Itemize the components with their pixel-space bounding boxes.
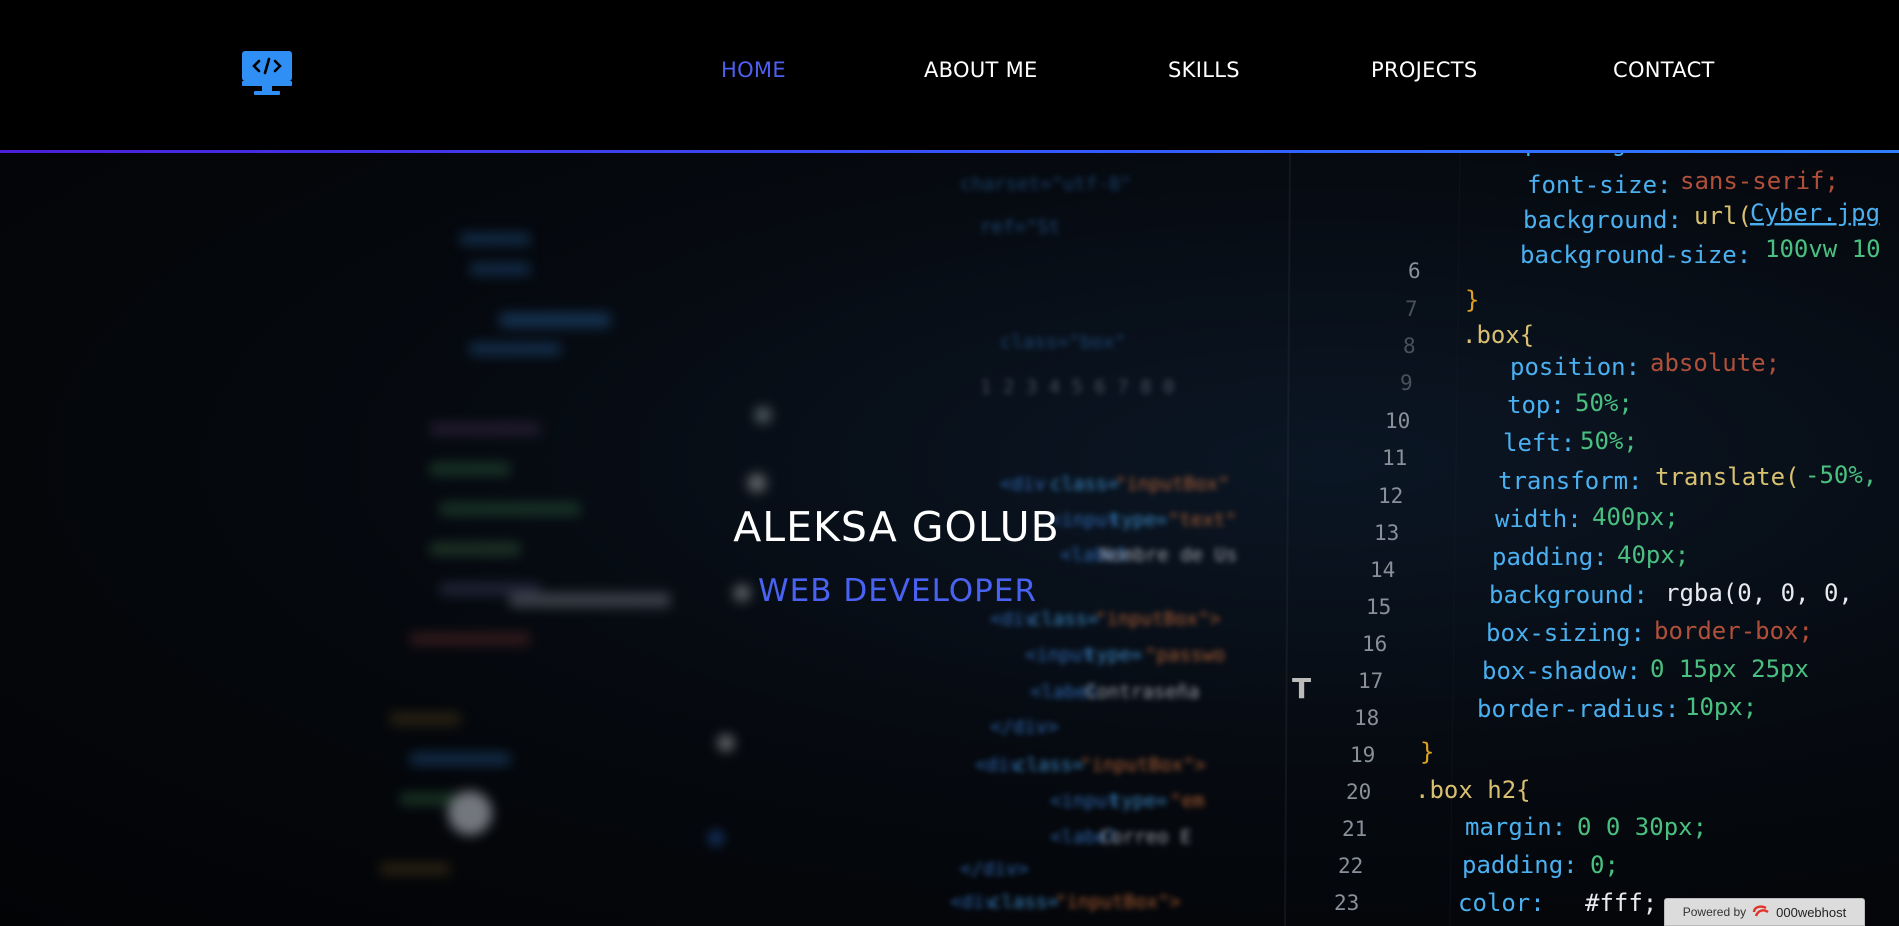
svg-text:box-shadow:: box-shadow:: [1482, 657, 1641, 685]
svg-text:Correo E: Correo E: [1100, 826, 1192, 848]
svg-text:class=: class=: [1015, 754, 1084, 776]
svg-text:50%;: 50%;: [1575, 389, 1633, 417]
svg-text:</div>: </div>: [990, 716, 1059, 738]
svg-text:}: }: [1420, 738, 1434, 766]
svg-text:100vw 10: 100vw 10: [1765, 235, 1881, 263]
svg-text:border-box;: border-box;: [1654, 617, 1813, 645]
svg-text:<input: <input: [1025, 644, 1094, 666]
nav-contact[interactable]: CONTACT: [1613, 58, 1715, 82]
svg-text:background-size:: background-size:: [1520, 241, 1751, 269]
svg-text:</div>: </div>: [960, 858, 1029, 880]
svg-text:class=: class=: [1050, 473, 1119, 495]
svg-text:sans-serif;: sans-serif;: [1680, 167, 1839, 195]
nav-home[interactable]: HOME: [721, 58, 786, 82]
svg-text:0;: 0;: [1590, 851, 1619, 879]
svg-text:T: T: [1292, 672, 1311, 705]
svg-text:box-sizing:: box-sizing:: [1486, 619, 1645, 647]
svg-text:19: 19: [1350, 743, 1375, 767]
svg-text:.box{: .box{: [1462, 321, 1534, 349]
svg-text:font-size:: font-size:: [1527, 171, 1672, 199]
svg-text:type=: type=: [1110, 790, 1167, 812]
nav-skills[interactable]: SKILLS: [1168, 58, 1240, 82]
svg-text:6: 6: [1408, 259, 1421, 283]
svg-text:position:: position:: [1510, 353, 1640, 381]
svg-text:"inputBox">: "inputBox">: [1080, 754, 1206, 776]
svg-text:"inputBox">: "inputBox">: [1055, 891, 1181, 913]
svg-text:color:: color:: [1458, 889, 1545, 917]
svg-text:<div: <div: [975, 754, 1021, 776]
svg-text:type=: type=: [1085, 644, 1142, 666]
svg-text:-50%,: -50%,: [1805, 461, 1877, 489]
svg-text:Cyber.jpg: Cyber.jpg: [1750, 199, 1880, 227]
powered-by-label: Powered by: [1682, 905, 1747, 919]
svg-text:"inputBox": "inputBox": [1115, 473, 1229, 495]
main-menu: HOME ABOUT ME SKILLS PROJECTS CONTACT: [0, 58, 1899, 88]
svg-text:transform:: transform:: [1498, 467, 1643, 495]
svg-text:22: 22: [1338, 854, 1363, 878]
svg-text:"em: "em: [1170, 790, 1204, 812]
svg-text:charset="utf-8": charset="utf-8": [960, 173, 1132, 195]
svg-text:23: 23: [1334, 891, 1359, 915]
hero-role: WEB DEVELOPER: [758, 573, 1037, 609]
svg-text:background:: background:: [1523, 206, 1682, 234]
svg-text:ref="St: ref="St: [980, 216, 1060, 238]
top-navbar: HOME ABOUT ME SKILLS PROJECTS CONTACT: [0, 0, 1899, 153]
svg-text:padding:: padding:: [1462, 851, 1578, 879]
nav-projects[interactable]: PROJECTS: [1371, 58, 1477, 82]
svg-text:border-radius:: border-radius:: [1477, 695, 1679, 723]
svg-text:8: 8: [1403, 334, 1416, 358]
webhost-brand: 000webhost: [1776, 904, 1847, 920]
svg-text:10px;: 10px;: [1685, 693, 1757, 721]
svg-text:top:: top:: [1507, 391, 1565, 419]
svg-text:class=: class=: [990, 891, 1059, 913]
svg-text:17: 17: [1358, 669, 1383, 693]
svg-text:"passwo: "passwo: [1145, 644, 1225, 666]
svg-text:margin:: margin:: [1465, 813, 1566, 841]
svg-text:18: 18: [1354, 706, 1379, 730]
svg-text:<div: <div: [1000, 473, 1046, 495]
svg-text:0 0 30px;: 0 0 30px;: [1577, 813, 1707, 841]
svg-text:}: }: [1465, 286, 1479, 314]
svg-text:10: 10: [1385, 409, 1410, 433]
svg-text:0 15px 25px: 0 15px 25px: [1650, 655, 1809, 683]
svg-text:Contraseña: Contraseña: [1085, 681, 1199, 703]
svg-text:translate(: translate(: [1655, 463, 1800, 491]
svg-text:"inputBox">: "inputBox">: [1095, 608, 1221, 630]
hero-section: <div class= "inputBox" <input type= "text" <…: [0, 153, 1899, 926]
hero-name: ALEKSA GOLUB: [733, 503, 1060, 551]
svg-text:#fff;: #fff;: [1585, 889, 1657, 917]
svg-text:21: 21: [1342, 817, 1367, 841]
svg-text:.box h2{: .box h2{: [1415, 776, 1531, 804]
svg-text:absolute;: absolute;: [1650, 349, 1780, 377]
svg-text:7: 7: [1405, 297, 1418, 321]
nav-about-me[interactable]: ABOUT ME: [924, 58, 1038, 82]
svg-text:9: 9: [1400, 371, 1413, 395]
svg-text:class=: class=: [1030, 608, 1099, 630]
powered-by-badge[interactable]: Powered by 000webhost: [1664, 898, 1865, 926]
svg-text:url(: url(: [1694, 202, 1752, 230]
svg-text:<div: <div: [950, 891, 996, 913]
webhost-logo-icon: [1752, 905, 1769, 917]
svg-text:padding:: padding:: [1525, 153, 1641, 157]
svg-text:11: 11: [1382, 446, 1407, 470]
svg-text:<div: <div: [990, 608, 1036, 630]
svg-text:1 2 3 4 5 6 7 8 0: 1 2 3 4 5 6 7 8 0: [980, 376, 1174, 398]
svg-text:20: 20: [1346, 780, 1371, 804]
svg-text:class="box": class="box": [1000, 331, 1126, 353]
svg-text:<input: <input: [1050, 790, 1119, 812]
svg-text:16: 16: [1362, 632, 1387, 656]
svg-text:50%;: 50%;: [1580, 427, 1638, 455]
svg-text:left:: left:: [1503, 429, 1575, 457]
